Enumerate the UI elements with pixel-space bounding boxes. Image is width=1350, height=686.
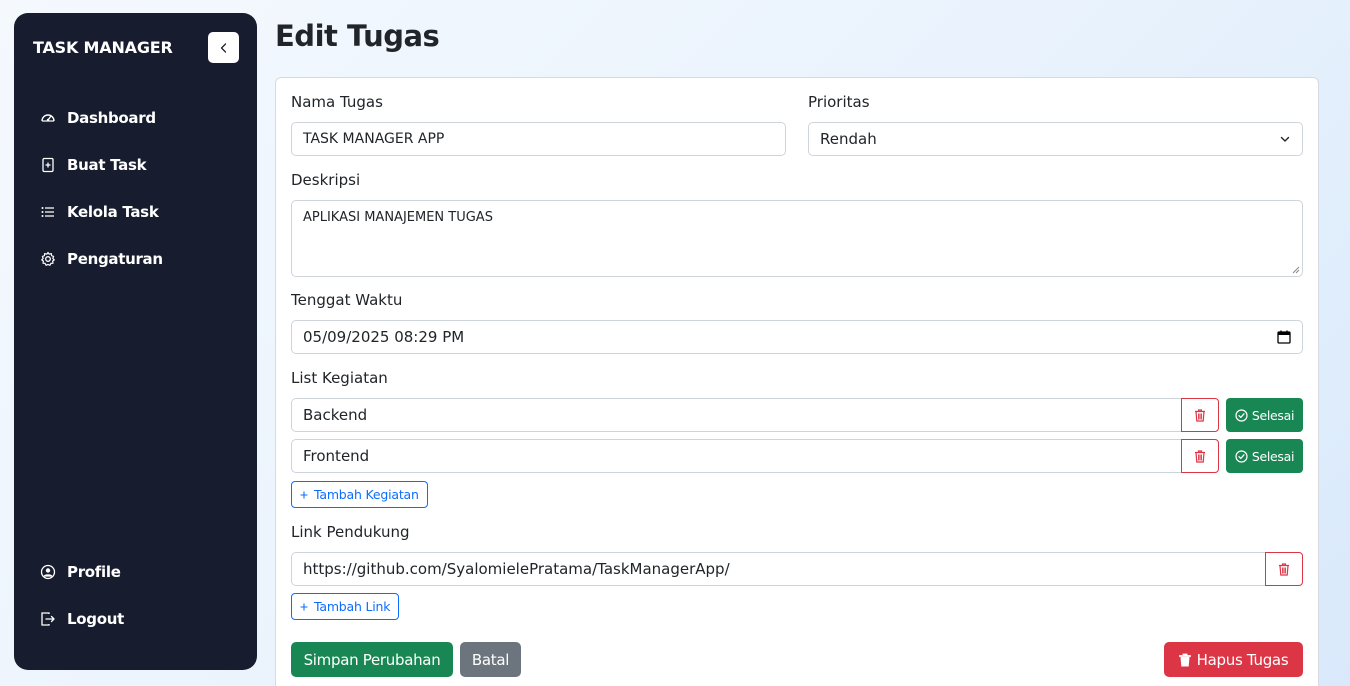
sidebar-item-label: Dashboard	[67, 109, 156, 127]
delete-link-button[interactable]	[1265, 552, 1303, 586]
edit-task-form: Nama Tugas TASK MANAGER APP Prioritas Re…	[275, 77, 1319, 686]
check-circle-icon	[1235, 449, 1248, 463]
activities-label: List Kegiatan	[291, 369, 388, 387]
save-label: Simpan Perubahan	[303, 650, 441, 669]
collapse-sidebar-button[interactable]	[208, 32, 239, 63]
task-name-value: TASK MANAGER APP	[303, 131, 445, 147]
sidebar-item-logout[interactable]: Logout	[40, 610, 124, 628]
description-label: Deskripsi	[291, 171, 361, 189]
activity-done-button[interactable]: Selesai	[1226, 439, 1303, 473]
gauge-icon	[41, 114, 55, 122]
delete-task-button[interactable]: Hapus Tugas	[1164, 642, 1303, 677]
sidebar-item-buat-task[interactable]: Buat Task	[40, 156, 147, 174]
cancel-button[interactable]: Batal	[460, 642, 521, 677]
logout-icon	[41, 612, 55, 626]
link-value: https://github.com/SyalomielePratama/Tas…	[303, 560, 730, 578]
plus-icon	[300, 603, 308, 610]
trash-icon	[1279, 562, 1289, 576]
priority-label: Prioritas	[808, 93, 870, 111]
link-input[interactable]: https://github.com/SyalomielePratama/Tas…	[291, 552, 1266, 586]
add-link-button[interactable]: Tambah Link	[291, 593, 400, 620]
delete-activity-button[interactable]	[1181, 398, 1219, 432]
priority-value: Rendah	[820, 130, 877, 148]
task-name-input[interactable]: TASK MANAGER APP	[291, 122, 786, 156]
sidebar: TASK MANAGER Dashboard Buat Task Kelola …	[14, 13, 257, 670]
user-circle-icon	[40, 564, 56, 580]
deadline-input[interactable]: 05/09/2025 08:29 PM	[291, 320, 1303, 354]
sidebar-item-pengaturan[interactable]: Pengaturan	[40, 250, 163, 268]
calendar-icon[interactable]	[1277, 330, 1291, 344]
links-label: Link Pendukung	[291, 523, 410, 541]
priority-select[interactable]: Rendah	[808, 122, 1303, 156]
sidebar-item-label: Buat Task	[67, 156, 147, 174]
sidebar-item-kelola-task[interactable]: Kelola Task	[40, 203, 159, 221]
trash-icon	[1195, 408, 1205, 422]
plus-icon	[300, 491, 308, 498]
sidebar-item-profile[interactable]: Profile	[40, 563, 121, 581]
deadline-value: 05/09/2025 08:29 PM	[303, 328, 465, 346]
sidebar-item-label: Profile	[67, 563, 121, 581]
activity-value: Frontend	[303, 447, 370, 465]
page-title: Edit Tugas	[275, 19, 440, 53]
sidebar-item-label: Pengaturan	[67, 250, 163, 268]
chevron-left-icon	[220, 42, 226, 53]
gear-icon	[41, 251, 55, 266]
save-changes-button[interactable]: Simpan Perubahan	[291, 642, 453, 677]
deadline-label: Tenggat Waktu	[291, 291, 403, 309]
activity-input[interactable]: Backend	[291, 398, 1182, 432]
trash-icon	[1195, 449, 1205, 463]
plus-square-icon	[42, 157, 54, 173]
activity-value: Backend	[303, 406, 368, 424]
sidebar-item-dashboard[interactable]: Dashboard	[40, 109, 156, 127]
add-link-label: Tambah Link	[314, 599, 391, 614]
add-activity-label: Tambah Kegiatan	[314, 487, 419, 502]
list-icon	[41, 207, 54, 217]
activity-done-button[interactable]: Selesai	[1226, 398, 1303, 432]
cancel-label: Batal	[471, 650, 510, 669]
description-value: APLIKASI MANAJEMEN TUGAS	[303, 210, 493, 225]
activity-done-label: Selesai	[1251, 448, 1295, 464]
main-content: Edit Tugas Nama Tugas TASK MANAGER APP P…	[275, 0, 1319, 686]
check-circle-icon	[1235, 408, 1248, 422]
name-label: Nama Tugas	[291, 93, 383, 111]
chevron-down-icon	[1280, 136, 1290, 142]
resize-grip-icon[interactable]	[1292, 266, 1300, 274]
sidebar-item-label: Kelola Task	[67, 203, 159, 221]
delete-task-label: Hapus Tugas	[1196, 650, 1289, 669]
brand-title: TASK MANAGER	[33, 38, 173, 57]
sidebar-item-label: Logout	[67, 610, 124, 628]
add-activity-button[interactable]: Tambah Kegiatan	[291, 481, 428, 508]
activity-input[interactable]: Frontend	[291, 439, 1182, 473]
trash-icon	[1178, 653, 1191, 666]
description-textarea[interactable]: APLIKASI MANAJEMEN TUGAS	[291, 200, 1303, 277]
activity-done-label: Selesai	[1251, 407, 1295, 423]
delete-activity-button[interactable]	[1181, 439, 1219, 473]
